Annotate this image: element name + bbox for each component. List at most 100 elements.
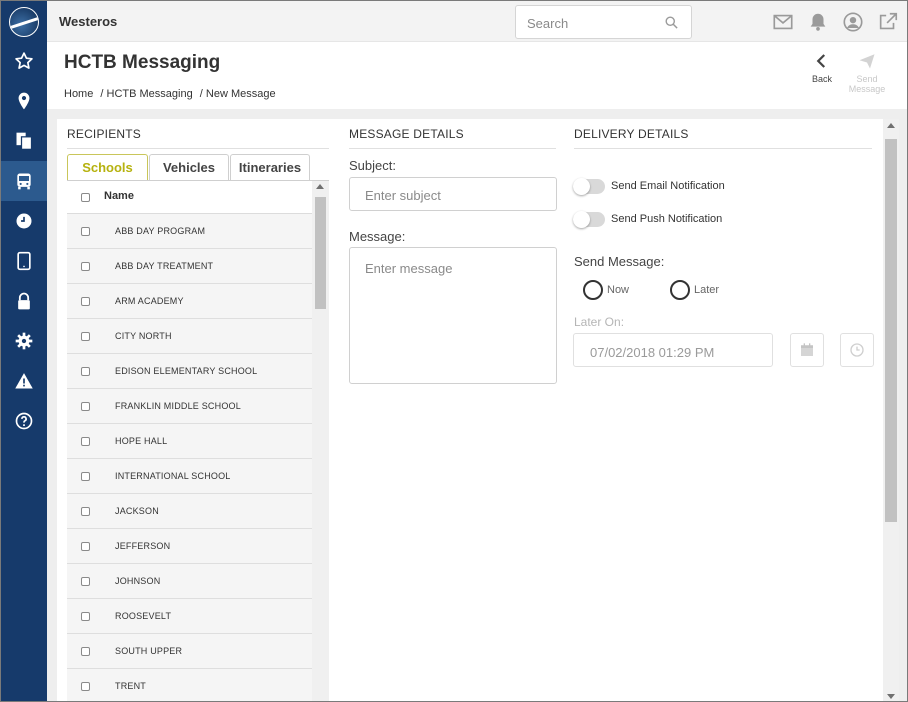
message-form: RECIPIENTS Schools Vehicles Itineraries …	[57, 119, 883, 701]
subject-input[interactable]: Enter subject	[349, 177, 557, 211]
app-name: Westeros	[59, 14, 118, 29]
table-row[interactable]: ABB DAY TREATMENT	[67, 249, 312, 284]
send-message-button[interactable]: Send Message	[845, 52, 889, 94]
mail-icon[interactable]	[772, 11, 794, 33]
breadcrumb-hctb-messaging[interactable]: / HCTB Messaging	[100, 88, 192, 100]
page-scroll-up-arrow[interactable]	[887, 123, 895, 128]
tab-itineraries[interactable]: Itineraries	[230, 154, 310, 180]
schools-list: Name ABB DAY PROGRAM ABB DAY TREATMENT ARM…	[67, 181, 312, 701]
schools-scrollbar[interactable]	[312, 181, 329, 701]
table-row[interactable]: JEFFERSON	[67, 529, 312, 564]
email-notification-label: Send Email Notification	[611, 180, 725, 192]
chevron-left-icon	[816, 54, 826, 68]
schools-table: Name ABB DAY PROGRAM ABB DAY TREATMENT ARM…	[67, 180, 329, 701]
scroll-thumb[interactable]	[315, 197, 326, 309]
star-icon	[15, 52, 33, 69]
row-checkbox[interactable]	[81, 647, 90, 656]
sidebar-item-security[interactable]	[1, 281, 47, 321]
sidebar-item-favorites[interactable]	[1, 41, 47, 81]
table-row[interactable]: TRENT	[67, 669, 312, 701]
school-name: FRANKLIN MIDDLE SCHOOL	[115, 401, 241, 411]
table-row[interactable]: INTERNATIONAL SCHOOL	[67, 459, 312, 494]
bus-icon	[17, 173, 31, 190]
tab-vehicles[interactable]: Vehicles	[149, 154, 229, 180]
send-message-label: Send Message:	[574, 254, 665, 269]
table-row[interactable]: FRANKLIN MIDDLE SCHOOL	[67, 389, 312, 424]
gear-icon	[15, 332, 33, 350]
select-all-checkbox[interactable]	[81, 193, 90, 202]
app-logo[interactable]	[9, 7, 39, 37]
delivery-details-rule	[574, 148, 872, 149]
clock-icon	[16, 213, 32, 229]
push-notification-toggle[interactable]	[573, 211, 605, 228]
school-name: EDISON ELEMENTARY SCHOOL	[115, 366, 258, 376]
row-checkbox[interactable]	[81, 507, 90, 516]
later-on-datetime-input[interactable]: 07/02/2018 01:29 PM	[573, 333, 773, 367]
breadcrumb-home[interactable]: Home	[64, 88, 93, 100]
table-row[interactable]: CITY NORTH	[67, 319, 312, 354]
subject-placeholder: Enter subject	[365, 188, 441, 203]
later-label: Later	[694, 284, 720, 296]
warning-icon	[15, 373, 33, 389]
sidebar-item-settings[interactable]	[1, 321, 47, 361]
table-row[interactable]: JACKSON	[67, 494, 312, 529]
table-row[interactable]: EDISON ELEMENTARY SCHOOL	[67, 354, 312, 389]
email-notification-toggle[interactable]	[573, 178, 605, 195]
row-checkbox[interactable]	[81, 262, 90, 271]
table-row[interactable]: SOUTH UPPER	[67, 634, 312, 669]
main-area: RECIPIENTS Schools Vehicles Itineraries …	[47, 109, 907, 701]
search-input[interactable]: Search	[515, 5, 692, 39]
row-checkbox[interactable]	[81, 297, 90, 306]
row-checkbox[interactable]	[81, 437, 90, 446]
time-picker-button[interactable]	[840, 333, 874, 367]
page-scrollbar[interactable]	[883, 119, 899, 701]
table-row[interactable]: ARM ACADEMY	[67, 284, 312, 319]
row-checkbox[interactable]	[81, 577, 90, 586]
push-notification-label: Send Push Notification	[611, 213, 723, 225]
school-name: SOUTH UPPER	[115, 646, 183, 656]
app-window: Westeros Search HCTB Messaging Home / HC…	[0, 0, 908, 702]
row-checkbox[interactable]	[81, 472, 90, 481]
user-account-icon[interactable]	[842, 11, 864, 33]
page-scroll-down-arrow[interactable]	[887, 694, 895, 699]
row-checkbox[interactable]	[81, 682, 90, 691]
documents-icon	[16, 132, 33, 150]
now-radio[interactable]	[583, 280, 603, 300]
row-checkbox[interactable]	[81, 227, 90, 236]
row-checkbox[interactable]	[81, 402, 90, 411]
later-on-value: 07/02/2018 01:29 PM	[590, 345, 715, 360]
date-picker-button[interactable]	[790, 333, 824, 367]
row-checkbox[interactable]	[81, 367, 90, 376]
send-icon	[859, 54, 875, 69]
sidebar-item-help[interactable]	[1, 401, 47, 441]
table-row[interactable]: HOPE HALL	[67, 424, 312, 459]
message-label: Message:	[349, 229, 406, 244]
sidebar-item-alerts[interactable]	[1, 361, 47, 401]
sidebar-item-locations[interactable]	[1, 81, 47, 121]
school-name: ABB DAY TREATMENT	[115, 261, 214, 271]
search-icon[interactable]	[664, 15, 679, 30]
table-row[interactable]: JOHNSON	[67, 564, 312, 599]
table-row[interactable]: ROOSEVELT	[67, 599, 312, 634]
back-button[interactable]: Back	[800, 52, 844, 84]
external-link-icon[interactable]	[877, 11, 899, 33]
sidebar-item-transportation[interactable]	[1, 161, 47, 201]
lock-icon	[18, 292, 30, 310]
clock-icon	[850, 343, 864, 357]
tab-schools[interactable]: Schools	[67, 154, 148, 180]
sidebar-item-documents[interactable]	[1, 121, 47, 161]
breadcrumb-new-message: / New Message	[199, 88, 276, 100]
table-row[interactable]: ABB DAY PROGRAM	[67, 214, 312, 249]
row-checkbox[interactable]	[81, 542, 90, 551]
page-scroll-thumb[interactable]	[885, 139, 897, 522]
column-name[interactable]: Name	[104, 190, 134, 202]
later-radio[interactable]	[670, 280, 690, 300]
sidebar-item-history[interactable]	[1, 201, 47, 241]
breadcrumb: Home / HCTB Messaging / New Message	[64, 88, 280, 100]
row-checkbox[interactable]	[81, 332, 90, 341]
bell-icon[interactable]	[807, 11, 829, 33]
scroll-up-arrow[interactable]	[316, 184, 324, 189]
row-checkbox[interactable]	[81, 612, 90, 621]
sidebar-item-devices[interactable]	[1, 241, 47, 281]
message-textarea[interactable]: Enter message	[349, 247, 557, 384]
